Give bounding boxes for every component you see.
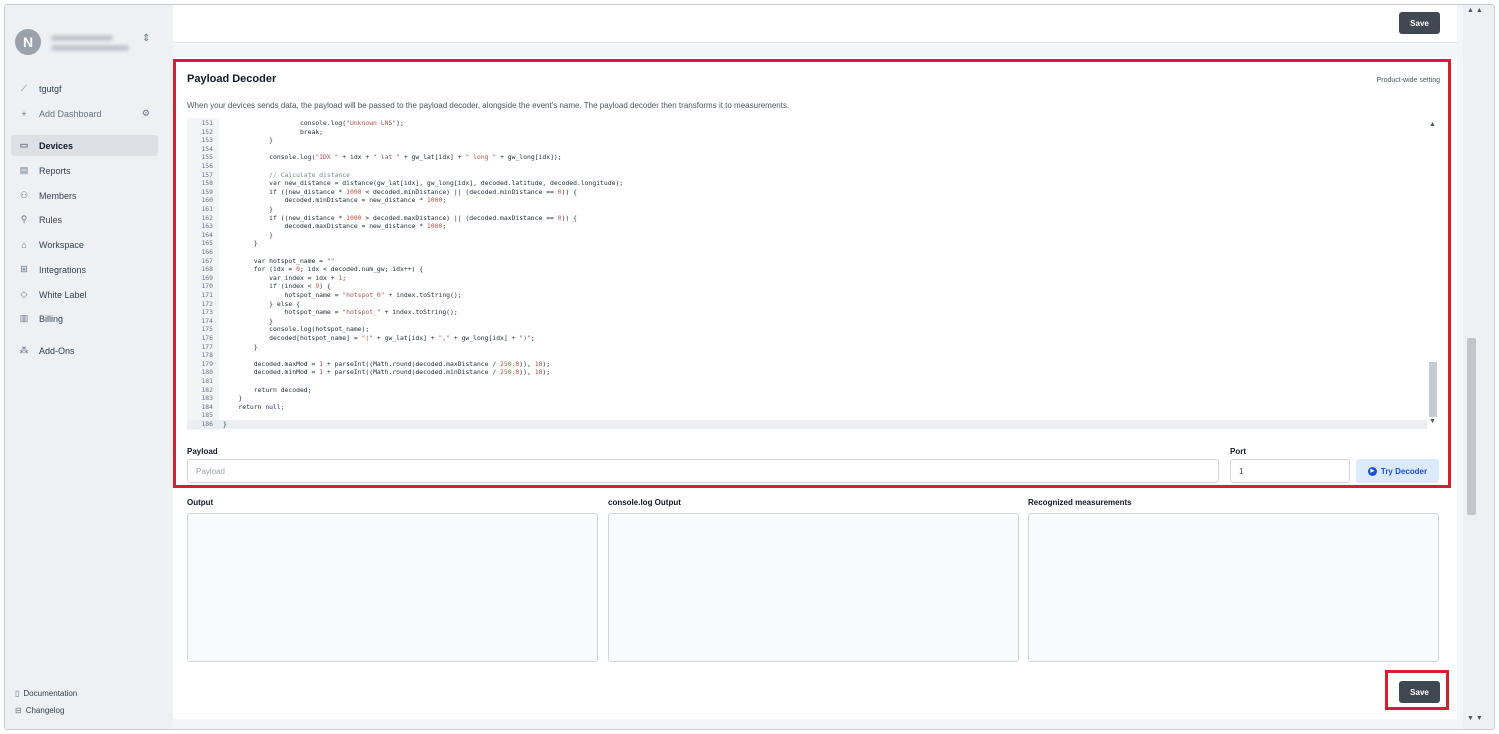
scroll-down-icon[interactable]: ▼ ▼ (1467, 715, 1483, 722)
sidebar-item-rules[interactable]: ⚲ Rules (11, 209, 158, 230)
scroll-up-icon[interactable]: ▲ ▲ (1467, 7, 1483, 14)
nav-label: tgutgf (39, 83, 62, 94)
dashboard-item-tgutgf[interactable]: ⟋ tgutgf (11, 78, 158, 99)
billing-icon: ▥ (19, 313, 29, 323)
addons-icon: ⁂ (19, 345, 29, 355)
page-scrollbar[interactable]: ▲ ▲ ▼ ▼ (1463, 5, 1493, 729)
nav-label: Rules (39, 214, 63, 225)
sidebar-item-add-ons[interactable]: ⁂ Add-Ons (11, 340, 158, 361)
sidebar-item-billing[interactable]: ▥ Billing (11, 308, 158, 329)
changelog-label: Changelog (25, 706, 65, 715)
add-dashboard-button[interactable]: + Add Dashboard ⚙ (11, 103, 158, 124)
integrations-icon: ⊞ (20, 264, 28, 274)
nav-label: Add Dashboard (39, 108, 102, 119)
sidebar: N ⇕ ⟋ tgutgf + Add Dashboard ⚙ ▭ Devices ▤ Re… (5, 5, 164, 729)
plus-icon: + (21, 108, 27, 119)
recognized-measurements-box (1028, 513, 1439, 662)
book-icon: ▯ (15, 689, 20, 698)
recognized-measurements-label: Recognized measurements (1028, 498, 1132, 507)
console-output-label: console.log Output (608, 498, 681, 507)
chevron-updown-icon: ⇕ (142, 33, 151, 44)
nav-label: Members (39, 190, 77, 201)
sidebar-item-members[interactable]: ⚇ Members (11, 185, 158, 206)
account-switcher[interactable]: N ⇕ (15, 27, 155, 57)
sidebar-item-reports[interactable]: ▤ Reports (11, 160, 158, 181)
documentation-label: Documentation (23, 689, 78, 698)
sidebar-item-devices[interactable]: ▭ Devices (11, 135, 158, 156)
tag-icon: ◇ (20, 289, 28, 299)
changelog-link[interactable]: ⊟ Changelog (15, 706, 64, 715)
output-box (187, 513, 598, 662)
highlight-box-save (1385, 670, 1449, 710)
nav-label: Integrations (39, 264, 87, 275)
members-icon: ⚇ (19, 190, 29, 200)
chart-icon: ⟋ (20, 83, 28, 93)
account-email-redacted (51, 45, 129, 51)
console-output-box (608, 513, 1019, 662)
save-button-top[interactable]: Save (1399, 12, 1440, 34)
account-name-redacted (51, 35, 113, 41)
documentation-link[interactable]: ▯ Documentation (15, 689, 77, 698)
nav-label: Workspace (39, 239, 84, 250)
workspace-icon: ⌂ (21, 239, 27, 250)
sidebar-item-workspace[interactable]: ⌂ Workspace (11, 234, 158, 255)
gear-icon[interactable]: ⚙ (142, 108, 150, 119)
highlight-box-decoder (173, 59, 1451, 488)
output-label: Output (187, 498, 214, 507)
devices-icon: ▭ (19, 140, 29, 150)
page-scroll-thumb[interactable] (1467, 338, 1476, 515)
nav-label: Reports (39, 165, 71, 176)
nav-label: Devices (39, 140, 74, 151)
report-icon: ▤ (19, 165, 29, 175)
sidebar-item-white-label[interactable]: ◇ White Label (11, 284, 158, 305)
previous-settings-card: Save (173, 5, 1457, 43)
nav-label: Add-Ons (39, 345, 75, 356)
nav-label: White Label (39, 289, 87, 300)
nav-label: Billing (39, 313, 64, 324)
gift-icon: ⊟ (15, 706, 22, 715)
rules-icon: ⚲ (20, 214, 28, 224)
sidebar-item-integrations[interactable]: ⊞ Integrations (11, 259, 158, 280)
avatar: N (15, 29, 41, 55)
